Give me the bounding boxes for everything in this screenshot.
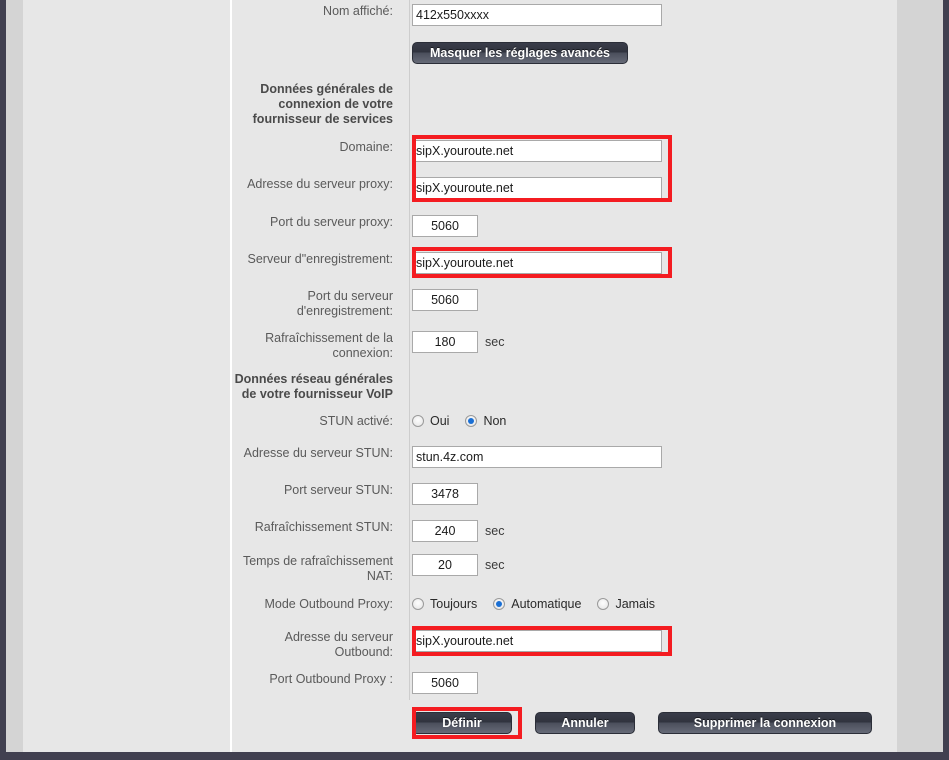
field-display-name <box>412 4 662 26</box>
row-stun-enabled: STUN activé: Oui Non <box>215 414 897 429</box>
nat-refresh-input[interactable] <box>412 554 478 576</box>
radio-icon-toujours[interactable] <box>412 598 424 610</box>
unit-connection-refresh: sec <box>485 335 505 349</box>
row-proxy-port: Port du serveur proxy: <box>215 215 897 237</box>
radio-icon-automatique[interactable] <box>493 598 506 610</box>
stun-enabled-option-non[interactable]: Non <box>465 414 506 428</box>
field-stun-port <box>412 483 478 505</box>
field-nat-refresh: sec <box>412 554 504 576</box>
hide-advanced-settings-button[interactable]: Masquer les réglages avancés <box>412 42 628 64</box>
stun-port-input[interactable] <box>412 483 478 505</box>
field-domain <box>412 140 662 162</box>
row-registration-port: Port du serveur d'enregistrement: <box>215 289 897 319</box>
field-proxy-address <box>412 177 662 199</box>
delete-connection-button[interactable]: Supprimer la connexion <box>658 712 872 734</box>
domain-input[interactable] <box>412 140 662 162</box>
label-registration-server: Serveur d"enregistrement: <box>247 252 393 266</box>
stun-address-input[interactable] <box>412 446 662 468</box>
row-nat-refresh: Temps de rafraîchissement NAT: sec <box>215 554 897 584</box>
panel-right-background <box>897 0 943 752</box>
label-proxy-address: Adresse du serveur proxy: <box>247 177 393 191</box>
field-outbound-address <box>412 630 662 652</box>
outbound-address-input[interactable] <box>412 630 662 652</box>
proxy-port-input[interactable] <box>412 215 478 237</box>
stun-enabled-option-oui-label: Oui <box>430 414 450 428</box>
row-outbound-mode: Mode Outbound Proxy: Toujours Automatiqu… <box>215 597 897 612</box>
voip-connection-form: Nom affiché: Masquer les réglages avancé… <box>215 0 897 752</box>
row-outbound-address: Adresse du serveur Outbound: <box>215 630 897 660</box>
row-action-buttons: Définir Annuler Supprimer la connexion <box>215 712 897 734</box>
outbound-mode-option-toujours-label: Toujours <box>430 597 478 611</box>
stun-enabled-radio-group: Oui Non <box>412 414 522 428</box>
outbound-mode-radio-group: Toujours Automatique Jamais <box>412 597 671 611</box>
label-nat-refresh: Temps de rafraîchissement NAT: <box>242 554 393 583</box>
registration-server-input[interactable] <box>412 252 662 274</box>
outbound-mode-option-automatique[interactable]: Automatique <box>493 597 581 611</box>
field-outbound-port <box>412 672 478 694</box>
label-stun-address: Adresse du serveur STUN: <box>243 446 393 460</box>
stun-enabled-option-oui[interactable]: Oui <box>412 414 449 428</box>
field-advanced-toggle: Masquer les réglages avancés <box>412 42 628 64</box>
connection-refresh-input[interactable] <box>412 331 478 353</box>
label-display-name: Nom affiché: <box>323 4 393 18</box>
section-heading-network: Données réseau générales de votre fourni… <box>234 372 393 401</box>
label-connection-refresh: Rafraîchissement de la connexion: <box>265 331 393 360</box>
field-stun-enabled: Oui Non <box>412 414 522 428</box>
outbound-mode-option-jamais[interactable]: Jamais <box>597 597 655 611</box>
row-section-network: Données réseau générales de votre fourni… <box>215 372 897 402</box>
define-button[interactable]: Définir <box>412 712 512 734</box>
label-outbound-port: Port Outbound Proxy : <box>269 672 393 686</box>
row-section-provider: Données générales de connexion de votre … <box>215 82 897 127</box>
label-stun-refresh: Rafraîchissement STUN: <box>254 520 393 534</box>
radio-icon-jamais[interactable] <box>597 598 610 610</box>
field-connection-refresh: sec <box>412 331 504 353</box>
label-domain: Domaine: <box>339 140 394 154</box>
unit-stun-refresh: sec <box>485 524 505 538</box>
unit-nat-refresh: sec <box>485 558 505 572</box>
field-registration-server <box>412 252 662 274</box>
row-connection-refresh: Rafraîchissement de la connexion: sec <box>215 331 897 361</box>
label-outbound-address: Adresse du serveur Outbound: <box>284 630 393 659</box>
stun-enabled-option-non-label: Non <box>483 414 507 428</box>
row-stun-port: Port serveur STUN: <box>215 483 897 505</box>
outbound-port-input[interactable] <box>412 672 478 694</box>
field-outbound-mode: Toujours Automatique Jamais <box>412 597 671 611</box>
outbound-mode-option-jamais-label: Jamais <box>615 597 656 611</box>
section-heading-provider: Données générales de connexion de votre … <box>252 82 393 126</box>
page-viewport: Nom affiché: Masquer les réglages avancé… <box>6 0 943 752</box>
registration-port-input[interactable] <box>412 289 478 311</box>
radio-icon-non[interactable] <box>465 415 478 427</box>
browser-window-frame: Nom affiché: Masquer les réglages avancé… <box>0 0 949 760</box>
field-action-buttons: Définir Annuler Supprimer la connexion <box>412 712 872 734</box>
label-proxy-port: Port du serveur proxy: <box>270 215 393 229</box>
field-proxy-port <box>412 215 478 237</box>
row-display-name: Nom affiché: <box>215 4 897 26</box>
row-stun-refresh: Rafraîchissement STUN: sec <box>215 520 897 542</box>
field-stun-refresh: sec <box>412 520 504 542</box>
row-outbound-port: Port Outbound Proxy : <box>215 672 897 694</box>
row-registration-server: Serveur d"enregistrement: <box>215 252 897 274</box>
display-name-input[interactable] <box>412 4 662 26</box>
row-proxy-address: Adresse du serveur proxy: <box>215 177 897 199</box>
label-outbound-mode: Mode Outbound Proxy: <box>264 597 393 611</box>
row-stun-address: Adresse du serveur STUN: <box>215 446 897 468</box>
label-stun-port: Port serveur STUN: <box>283 483 393 497</box>
stun-refresh-input[interactable] <box>412 520 478 542</box>
label-stun-enabled: STUN activé: <box>319 414 393 428</box>
field-stun-address <box>412 446 662 468</box>
cancel-button[interactable]: Annuler <box>535 712 635 734</box>
outbound-mode-option-toujours[interactable]: Toujours <box>412 597 477 611</box>
field-registration-port <box>412 289 478 311</box>
row-advanced-toggle: Masquer les réglages avancés <box>215 42 897 64</box>
radio-icon-oui[interactable] <box>412 415 424 427</box>
outbound-mode-option-automatique-label: Automatique <box>511 597 582 611</box>
action-button-row: Définir Annuler Supprimer la connexion <box>412 712 872 734</box>
proxy-address-input[interactable] <box>412 177 662 199</box>
row-domain: Domaine: <box>215 140 897 162</box>
label-registration-port: Port du serveur d'enregistrement: <box>296 289 393 318</box>
